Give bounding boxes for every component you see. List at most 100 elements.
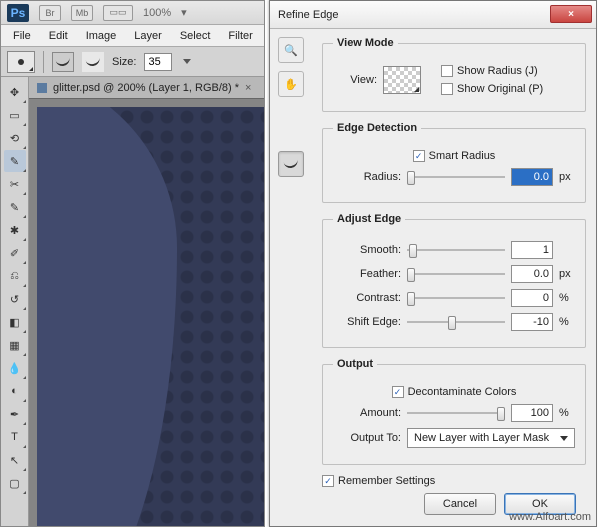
brush-size-input[interactable]: 35 (144, 53, 172, 71)
menu-file[interactable]: File (5, 27, 39, 45)
shift-edge-input[interactable]: -10 (511, 313, 553, 331)
shift-edge-label: Shift Edge: (333, 316, 401, 328)
lasso-tool-icon[interactable]: ⟲ (4, 127, 26, 149)
shape-tool-icon[interactable]: ▢ (4, 472, 26, 494)
feather-input[interactable]: 0.0 (511, 265, 553, 283)
document-tab[interactable]: glitter.psd @ 200% (Layer 1, RGB/8) * × (29, 77, 264, 99)
brush-icon-2[interactable] (82, 52, 104, 72)
minibridge-button[interactable]: Mb (71, 5, 93, 21)
menu-edit[interactable]: Edit (41, 27, 76, 45)
brush-icon-1[interactable] (52, 52, 74, 72)
menu-filter[interactable]: Filter (220, 27, 260, 45)
ps-logo-icon: Ps (7, 4, 29, 22)
dodge-tool-icon[interactable]: ◐ (4, 380, 26, 402)
bridge-button[interactable]: Br (39, 5, 61, 21)
output-group: Output ✓ Decontaminate Colors Amount: 100… (322, 358, 586, 465)
decontaminate-label: Decontaminate Colors (408, 386, 517, 398)
radius-label: Radius: (333, 171, 401, 183)
screenmode-button[interactable]: ▭▭ (103, 5, 133, 21)
canvas-area: glitter.psd @ 200% (Layer 1, RGB/8) * × (29, 77, 264, 526)
adjust-edge-group: Adjust Edge Smooth: 1 Feather: 0.0 px Co… (322, 213, 586, 348)
view-mode-picker[interactable] (383, 66, 421, 94)
crop-tool-icon[interactable]: ✂ (4, 173, 26, 195)
zoom-tool-icon[interactable]: 🔍 (278, 37, 304, 63)
smooth-input[interactable]: 1 (511, 241, 553, 259)
size-label: Size: (112, 56, 136, 68)
smart-radius-checkbox[interactable]: ✓ Smart Radius (413, 150, 496, 162)
photoshop-window: Ps Br Mb ▭▭ 100% ▾ File Edit Image Layer… (0, 0, 265, 527)
contrast-label: Contrast: (333, 292, 401, 304)
refine-edge-dialog: Refine Edge × 🔍 ✋ View Mode View: Show R… (269, 0, 597, 527)
menu-layer[interactable]: Layer (126, 27, 170, 45)
shift-edge-slider[interactable] (407, 315, 505, 329)
edge-detection-group: Edge Detection ✓ Smart Radius Radius: 0.0… (322, 122, 586, 203)
close-button[interactable]: × (550, 5, 592, 23)
eraser-tool-icon[interactable]: ◧ (4, 311, 26, 333)
show-radius-label: Show Radius (J) (457, 65, 538, 77)
unit-label: % (559, 407, 575, 419)
healing-tool-icon[interactable]: ✱ (4, 219, 26, 241)
feather-slider[interactable] (407, 267, 505, 281)
adjust-edge-legend: Adjust Edge (333, 213, 405, 225)
dialog-title: Refine Edge (278, 9, 339, 21)
history-brush-tool-icon[interactable]: ↺ (4, 288, 26, 310)
checkbox-icon (441, 65, 453, 77)
marquee-tool-icon[interactable]: ▭ (4, 104, 26, 126)
options-bar: Size: 35 (1, 47, 264, 77)
amount-slider[interactable] (407, 406, 505, 420)
decontaminate-checkbox[interactable]: ✓ Decontaminate Colors (392, 386, 517, 398)
type-tool-icon[interactable]: T (4, 426, 26, 448)
unit-label: % (559, 316, 575, 328)
document-tab-label: glitter.psd @ 200% (Layer 1, RGB/8) * (53, 82, 239, 94)
close-icon[interactable]: × (245, 82, 251, 94)
brush-preset-picker[interactable] (7, 51, 35, 73)
zoom-display[interactable]: 100% (143, 7, 171, 19)
chevron-down-icon (560, 436, 568, 441)
amount-input[interactable]: 100 (511, 404, 553, 422)
cancel-button[interactable]: Cancel (424, 493, 496, 515)
output-legend: Output (333, 358, 377, 370)
checkbox-checked-icon: ✓ (413, 150, 425, 162)
smart-radius-label: Smart Radius (429, 150, 496, 162)
dialog-titlebar[interactable]: Refine Edge × (270, 1, 596, 29)
show-original-label: Show Original (P) (457, 83, 543, 95)
view-mode-group: View Mode View: Show Radius (J) Show Ori… (322, 37, 586, 112)
amount-label: Amount: (333, 407, 401, 419)
canvas[interactable] (37, 107, 264, 526)
path-tool-icon[interactable]: ↖ (4, 449, 26, 471)
radius-input[interactable]: 0.0 (511, 168, 553, 186)
show-radius-checkbox[interactable]: Show Radius (J) (441, 65, 575, 77)
output-to-select[interactable]: New Layer with Layer Mask (407, 428, 575, 448)
show-original-checkbox[interactable]: Show Original (P) (441, 83, 575, 95)
view-mode-legend: View Mode (333, 37, 398, 49)
chevron-down-icon[interactable] (183, 59, 191, 64)
quickselect-tool-icon[interactable]: ✎ (4, 150, 26, 172)
unit-label: px (559, 171, 575, 183)
remember-settings-label: Remember Settings (338, 475, 435, 487)
refine-brush-tool-icon[interactable] (278, 151, 304, 177)
smooth-label: Smooth: (333, 244, 401, 256)
chevron-down-icon[interactable]: ▾ (181, 6, 187, 19)
menu-image[interactable]: Image (78, 27, 125, 45)
feather-label: Feather: (333, 268, 401, 280)
unit-label: % (559, 292, 575, 304)
radius-slider[interactable] (407, 170, 505, 184)
ps-menubar: File Edit Image Layer Select Filter (1, 25, 264, 47)
eyedropper-tool-icon[interactable]: ✎ (4, 196, 26, 218)
menu-select[interactable]: Select (172, 27, 219, 45)
blur-tool-icon[interactable]: 💧 (4, 357, 26, 379)
stamp-tool-icon[interactable]: ⎌ (4, 265, 26, 287)
smooth-slider[interactable] (407, 243, 505, 257)
pen-tool-icon[interactable]: ✒ (4, 403, 26, 425)
move-tool-icon[interactable]: ✥ (4, 81, 26, 103)
contrast-input[interactable]: 0 (511, 289, 553, 307)
output-to-value: New Layer with Layer Mask (414, 432, 549, 444)
gradient-tool-icon[interactable]: ▦ (4, 334, 26, 356)
brush-tool-icon[interactable]: ✐ (4, 242, 26, 264)
contrast-slider[interactable] (407, 291, 505, 305)
remember-settings-checkbox[interactable]: ✓Remember Settings (322, 475, 586, 487)
hand-tool-icon[interactable]: ✋ (278, 71, 304, 97)
checkbox-checked-icon: ✓ (392, 386, 404, 398)
edge-detection-legend: Edge Detection (333, 122, 421, 134)
view-label: View: (333, 74, 377, 86)
